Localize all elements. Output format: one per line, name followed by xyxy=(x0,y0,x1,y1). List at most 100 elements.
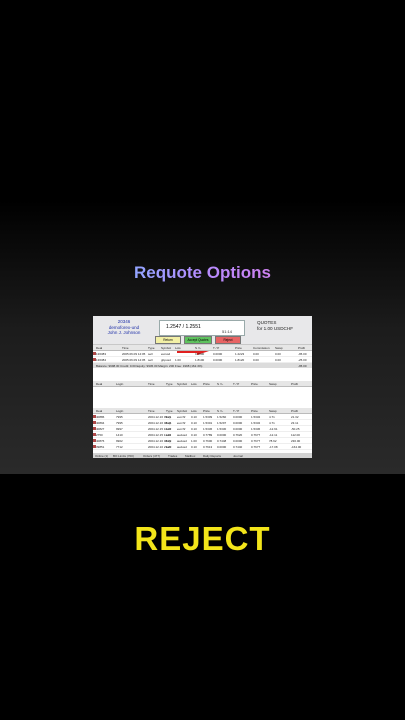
table-cell: 0.10 xyxy=(191,444,197,449)
column-header: T / P xyxy=(233,381,240,386)
table-cell: 0.7789 xyxy=(203,432,213,437)
table-cell: 4.71 xyxy=(269,420,275,425)
account-info: 20346 demoforex-und John J. Johnson xyxy=(96,319,152,336)
quotes-title: QUOTES for 1.00 USDCHF xyxy=(257,320,293,331)
table-cell: 1.00 xyxy=(175,357,181,362)
table-cell: sell xyxy=(148,357,153,362)
table-cell: 0.7677 xyxy=(251,444,261,449)
table-cell: 1.5332 xyxy=(251,420,261,425)
table-cell: eurchf xyxy=(177,420,186,425)
column-header: Price xyxy=(203,381,210,386)
price-display: 1.2547 / 1.2551 51:14 xyxy=(159,320,245,336)
table-cell: 0.0000 xyxy=(217,444,227,449)
table-cell: 40827 xyxy=(96,426,105,431)
table-cell: 7995 xyxy=(116,420,123,425)
column-header: Profit xyxy=(291,381,299,386)
open-trades-table: Deal Time Type Symbol Lots S / L T / P Price Com… xyxy=(93,345,312,368)
pending-orders-header: Deal Login Time Type Symbol Lots Price S / L T /… xyxy=(93,381,312,387)
column-header: Type xyxy=(166,408,173,413)
column-header: Profit xyxy=(291,408,299,413)
column-header: Type xyxy=(166,381,173,386)
table-cell: eurusd xyxy=(161,351,171,356)
column-header: T / P xyxy=(233,408,240,413)
terminal-tab[interactable]: Online (1) xyxy=(95,454,108,458)
column-header: Login xyxy=(116,408,124,413)
table-cell: 1.00 xyxy=(191,438,197,443)
table-cell: 0.7600 xyxy=(203,438,213,443)
table-cell: 78.92 xyxy=(269,438,277,443)
table-cell: 0.7677 xyxy=(251,432,261,437)
table-cell: 0.0000 xyxy=(195,351,205,356)
table-cell: 0.0000 xyxy=(233,426,243,431)
table-cell: 23.11 xyxy=(291,420,299,425)
reject-button[interactable]: Reject xyxy=(215,336,241,344)
table-cell: 1.5330 xyxy=(217,426,227,431)
table-cell: 2005.06.09 14:05 xyxy=(122,351,146,356)
column-header: Lots xyxy=(191,408,197,413)
column-header: Commission xyxy=(253,345,270,350)
table-cell: 1.5260 xyxy=(217,414,227,419)
column-header: Profit xyxy=(298,345,306,350)
column-header: Price xyxy=(203,408,210,413)
table-cell: 0.10 xyxy=(191,414,197,419)
dealer-screenshot: 20346 demoforex-und John J. Johnson 1.25… xyxy=(93,316,312,458)
table-cell: sell xyxy=(166,426,171,431)
table-cell: 1.5309 xyxy=(203,414,213,419)
column-header: Swap xyxy=(275,345,283,350)
table-cell: -50.25 xyxy=(291,426,300,431)
table-cell: 2005.06.09 14:05 xyxy=(122,357,146,362)
table-cell: buy xyxy=(166,438,171,443)
column-header: Swap xyxy=(269,381,277,386)
column-header: Lots xyxy=(191,381,197,386)
table-cell: 1.8120 xyxy=(235,357,245,362)
table-cell: 1.5297 xyxy=(217,420,227,425)
accept-quotes-button[interactable]: Accept Quotes xyxy=(184,336,212,344)
table-cell: 40894 xyxy=(96,420,105,425)
table-cell: 40876 xyxy=(96,438,105,443)
terminal-tab[interactable]: Orders (477) xyxy=(143,454,160,458)
table-cell: 21.32 xyxy=(291,414,299,419)
headline-title: Requote Options xyxy=(0,263,405,283)
terminal-tab[interactable]: BO Limits (700) xyxy=(113,454,134,458)
table-cell: 2750 xyxy=(96,432,103,437)
table-cell: 0.00 xyxy=(253,357,259,362)
terminal-tab[interactable]: Daily Reports xyxy=(203,454,221,458)
column-header: Symbol xyxy=(161,345,172,350)
terminal-tab[interactable]: Mailbox xyxy=(185,454,195,458)
table-cell: -17.08 xyxy=(269,444,278,449)
table-cell: 7712 xyxy=(116,444,123,449)
requote-timer: 51:14 xyxy=(222,329,233,334)
table-cell: 0.0000 xyxy=(233,414,243,419)
table-cell: 0.10 xyxy=(191,420,197,425)
column-header: Deal xyxy=(96,345,103,350)
column-header: T / P xyxy=(213,345,220,350)
table-cell: -164.00 xyxy=(291,444,302,449)
column-header: Price xyxy=(251,381,258,386)
table-cell: 0.00 xyxy=(253,351,259,356)
table-cell: -95.00 xyxy=(298,351,307,356)
table-cell: 0.0000 xyxy=(217,432,227,437)
table-cell: 0.10 xyxy=(191,432,197,437)
table-cell: -12.11 xyxy=(269,432,278,437)
terminal-tab[interactable]: Trades xyxy=(168,454,177,458)
table-cell: 0.00 xyxy=(275,351,281,356)
column-header: Symbol xyxy=(177,381,188,386)
table-cell: eurchf xyxy=(177,414,186,419)
table-cell: 136383 xyxy=(96,351,107,356)
table-cell: 0.7448 xyxy=(217,438,227,443)
terminal-tab[interactable]: Journal xyxy=(233,454,243,458)
return-button[interactable]: Return xyxy=(155,336,181,344)
table-cell: 1.2223 xyxy=(235,351,245,356)
requote-panel: 20346 demoforex-und John J. Johnson 1.25… xyxy=(93,316,312,345)
column-header: Time xyxy=(148,408,155,413)
column-header: Time xyxy=(148,381,155,386)
table-cell: -12.91 xyxy=(269,426,278,431)
table-cell: audusd xyxy=(177,438,187,443)
history-row[interactable]: 39851 7712 2004.12.10 23:20 sell audusd 0.10 0… xyxy=(93,444,312,450)
table-cell: 1.5332 xyxy=(251,414,261,419)
column-header: Deal xyxy=(96,381,103,386)
terminal-tabs: Online (1) BO Limits (700) Orders (477) Tra… xyxy=(93,453,312,458)
column-header: Deal xyxy=(96,408,103,413)
column-header: S / L xyxy=(217,381,224,386)
column-header: S / L xyxy=(217,408,224,413)
